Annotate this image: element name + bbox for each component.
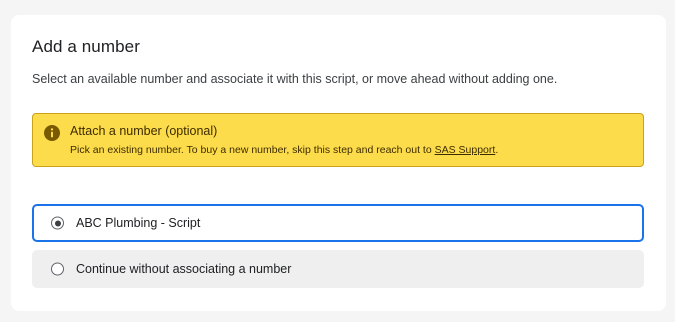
option-label: ABC Plumbing - Script — [76, 216, 201, 230]
optional-number-alert: Attach a number (optional) Pick an exist… — [32, 113, 644, 167]
alert-body-text: Pick an existing number. To buy a new nu… — [70, 144, 435, 156]
page-subtitle: Select an available number and associate… — [32, 72, 558, 86]
alert-title: Attach a number (optional) — [70, 124, 218, 138]
alert-body-end: . — [495, 144, 499, 156]
radio-dot — [54, 220, 61, 226]
option-label: Continue without associating a number — [76, 262, 292, 276]
info-icon — [44, 125, 60, 141]
radio-button-selected[interactable] — [51, 216, 64, 230]
option-abc-plumbing-script[interactable]: ABC Plumbing - Script — [32, 204, 644, 242]
add-number-card: Add a number Select an available number … — [11, 15, 666, 311]
alert-body: Pick an existing number. To buy a new nu… — [70, 144, 498, 156]
sas-support-link[interactable]: SAS Support — [435, 144, 496, 156]
radio-button-unselected[interactable] — [51, 262, 64, 276]
option-continue-without-number[interactable]: Continue without associating a number — [32, 250, 644, 288]
page-title: Add a number — [32, 37, 140, 56]
